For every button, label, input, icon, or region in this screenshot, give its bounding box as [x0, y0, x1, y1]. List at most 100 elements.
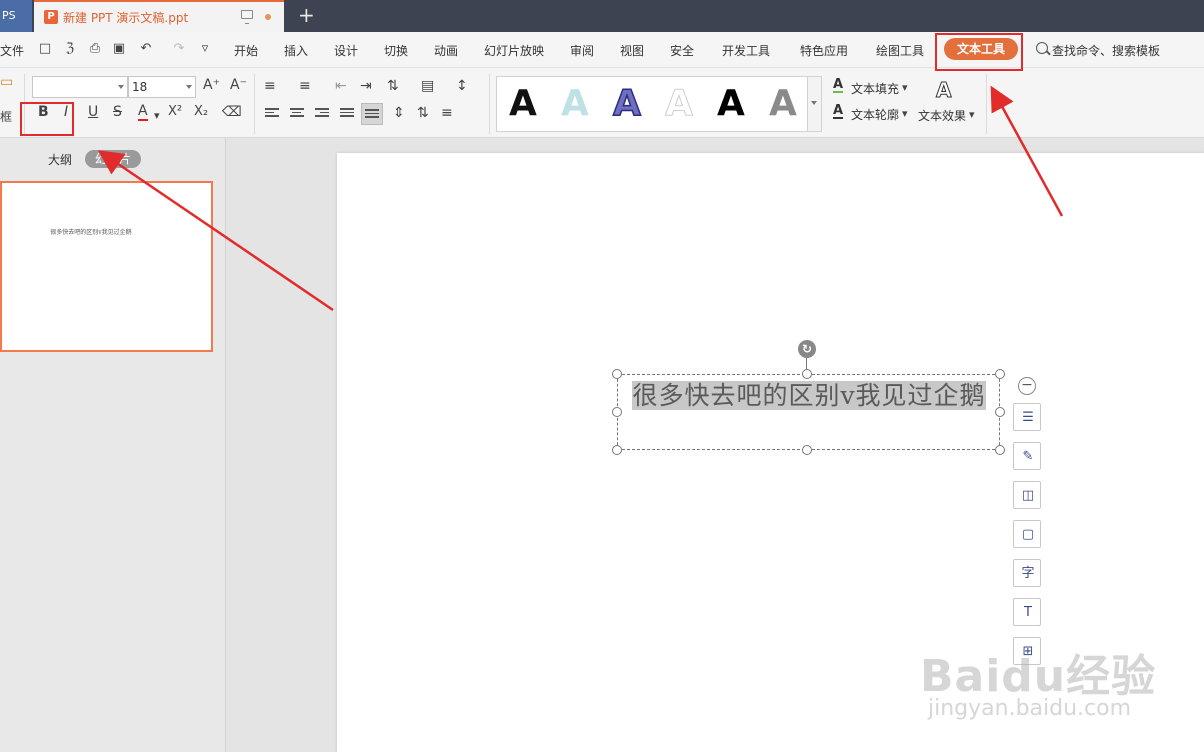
chevron-down-icon[interactable]: ▾ [154, 109, 160, 122]
layers-icon: ☰ [1022, 410, 1034, 425]
tab-start[interactable]: 开始 [234, 42, 258, 59]
spacing-options-icon[interactable]: ≡ [441, 105, 453, 121]
chevron-down-icon[interactable]: ▾ [969, 108, 975, 121]
tab-developer[interactable]: 开发工具 [722, 42, 770, 59]
strikethrough-button[interactable]: S [113, 104, 122, 120]
format-painter-icon[interactable]: ℨ [61, 41, 79, 56]
text-fill-icon[interactable]: A [833, 78, 844, 93]
layers-button[interactable]: ☰ [1013, 403, 1041, 431]
text-direction-icon[interactable]: ⇅ [387, 78, 399, 94]
resize-handle[interactable] [995, 445, 1005, 455]
slide-body-text[interactable]: 很多快去吧的区别v我见过企鹅 [627, 380, 991, 412]
resize-handle[interactable] [612, 369, 622, 379]
paragraph-spacing-icon[interactable]: ⇅ [417, 105, 429, 121]
tab-slides[interactable]: 幻灯片 [85, 150, 141, 168]
grow-font-button[interactable]: A⁺ [203, 77, 220, 93]
tab-slideshow[interactable]: 幻灯片放映 [484, 42, 544, 59]
tab-insert[interactable]: 插入 [284, 42, 308, 59]
align-center-icon[interactable] [290, 108, 304, 120]
tab-animation[interactable]: 动画 [434, 42, 458, 59]
tab-outline[interactable]: 大纲 [48, 151, 72, 168]
thumbnail-text: 很多快去吧的区别v我见过企鹅 [50, 229, 132, 236]
text-fill-button[interactable]: 文本填充 [851, 80, 899, 97]
new-tab-plus-icon[interactable]: + [298, 4, 315, 26]
tab-view[interactable]: 视图 [620, 42, 644, 59]
character-icon: 字 [1021, 566, 1035, 581]
align-text-icon[interactable]: ▤ [421, 78, 434, 94]
text-style-bold-black[interactable]: A [717, 82, 745, 126]
tab-security[interactable]: 安全 [670, 42, 694, 59]
numbered-list-icon[interactable]: ≡ [299, 78, 311, 94]
tab-special-apps[interactable]: 特色应用 [800, 42, 848, 59]
resize-handle[interactable] [612, 407, 622, 417]
font-color-button[interactable]: A [138, 104, 148, 121]
document-tab[interactable]: P 新建 PPT 演示文稿.ppt [34, 0, 284, 32]
align-right-icon[interactable] [315, 108, 329, 120]
save-icon[interactable]: □ [36, 41, 54, 56]
bullet-list-icon[interactable]: ≡ [264, 78, 276, 94]
print-icon[interactable]: ⎙ [86, 41, 104, 56]
rotate-handle-icon[interactable]: ↻ [798, 340, 816, 358]
superscript-button[interactable]: X² [168, 104, 182, 119]
pen-button[interactable]: ✎ [1013, 442, 1041, 470]
text-format-button[interactable]: 字 [1013, 559, 1041, 587]
file-menu[interactable]: 文件 [0, 42, 24, 59]
text-style-blue-outline[interactable]: A [612, 82, 641, 126]
text-tools-highlight-box [935, 33, 1023, 71]
text-outline-button[interactable]: 文本轮廓 [851, 106, 899, 123]
line-spacing-icon[interactable]: ⇕ [393, 105, 405, 121]
tab-design[interactable]: 设计 [334, 42, 358, 59]
text-effect-icon[interactable]: A [935, 78, 952, 103]
justify-icon[interactable] [340, 108, 354, 120]
print-preview-icon[interactable]: ▣ [110, 41, 128, 56]
gallery-scroll-button[interactable] [808, 76, 822, 132]
resize-handle[interactable] [995, 369, 1005, 379]
text-box-label[interactable]: 框 [0, 108, 12, 125]
app-tab[interactable]: PS [0, 0, 32, 32]
subscript-button[interactable]: X₂ [194, 104, 208, 119]
monitor-icon[interactable] [241, 10, 253, 24]
redo-icon[interactable]: ↷ [170, 41, 188, 56]
text-style-black[interactable]: A [509, 82, 537, 126]
text-box-style-button[interactable]: T [1013, 598, 1041, 626]
increase-indent-icon[interactable]: ⇥ [360, 78, 372, 94]
text-style-light-blue[interactable]: A [561, 82, 589, 126]
text-outline-icon[interactable]: A [833, 104, 844, 119]
resize-handle[interactable] [612, 445, 622, 455]
tab-review[interactable]: 审阅 [570, 42, 594, 59]
fill-bucket-icon: ◫ [1021, 488, 1035, 503]
search-icon[interactable] [1036, 42, 1048, 54]
text-box-icon[interactable]: ▭ [0, 74, 13, 90]
align-left-icon[interactable] [265, 108, 279, 120]
text-style-gray-gradient[interactable]: A [769, 82, 797, 126]
font-name-select[interactable] [32, 76, 128, 98]
resize-handle[interactable] [802, 445, 812, 455]
slide-thumbnail[interactable]: 很多快去吧的区别v我见过企鹅 [0, 181, 213, 352]
underline-button[interactable]: U [88, 104, 98, 120]
search-command-label[interactable]: 查找命令、搜索模板 [1052, 42, 1160, 59]
clear-format-eraser-icon[interactable]: ⌫ [222, 104, 242, 120]
resize-handle[interactable] [995, 407, 1005, 417]
chevron-down-icon[interactable]: ▾ [902, 107, 908, 120]
ribbon: ▭ 框 18 A⁺ A⁻ B I U S A ▾ X² X₂ ⌫ ≡ ≡ ⇤ ⇥… [0, 68, 1204, 138]
watermark: Baidu经验 jingyan.baidu.com [920, 640, 1180, 730]
ribbon-separator [986, 74, 987, 134]
undo-icon[interactable]: ↶ [137, 41, 155, 56]
fill-button[interactable]: ◫ [1013, 481, 1041, 509]
text-style-white-outline[interactable]: A [665, 82, 694, 126]
columns-icon[interactable]: ↕ [456, 78, 468, 94]
selected-text[interactable]: 很多快去吧的区别v我见过企鹅 [632, 381, 986, 410]
decrease-indent-icon[interactable]: ⇤ [335, 78, 347, 94]
resize-handle[interactable] [802, 369, 812, 379]
document-title: 新建 PPT 演示文稿.ppt [63, 11, 189, 25]
customize-quick-access-icon[interactable]: ▿ [196, 41, 214, 56]
distribute-align-button[interactable] [361, 103, 383, 125]
text-effect-button[interactable]: 文本效果 [918, 107, 966, 124]
collapse-toolbar-button[interactable]: − [1018, 377, 1036, 395]
chevron-down-icon[interactable]: ▾ [902, 81, 908, 94]
shrink-font-button[interactable]: A⁻ [230, 77, 247, 93]
tab-transition[interactable]: 切换 [384, 42, 408, 59]
tab-drawing-tools[interactable]: 绘图工具 [876, 42, 924, 59]
font-size-select[interactable]: 18 [128, 76, 196, 98]
border-button[interactable]: ▢ [1013, 520, 1041, 548]
